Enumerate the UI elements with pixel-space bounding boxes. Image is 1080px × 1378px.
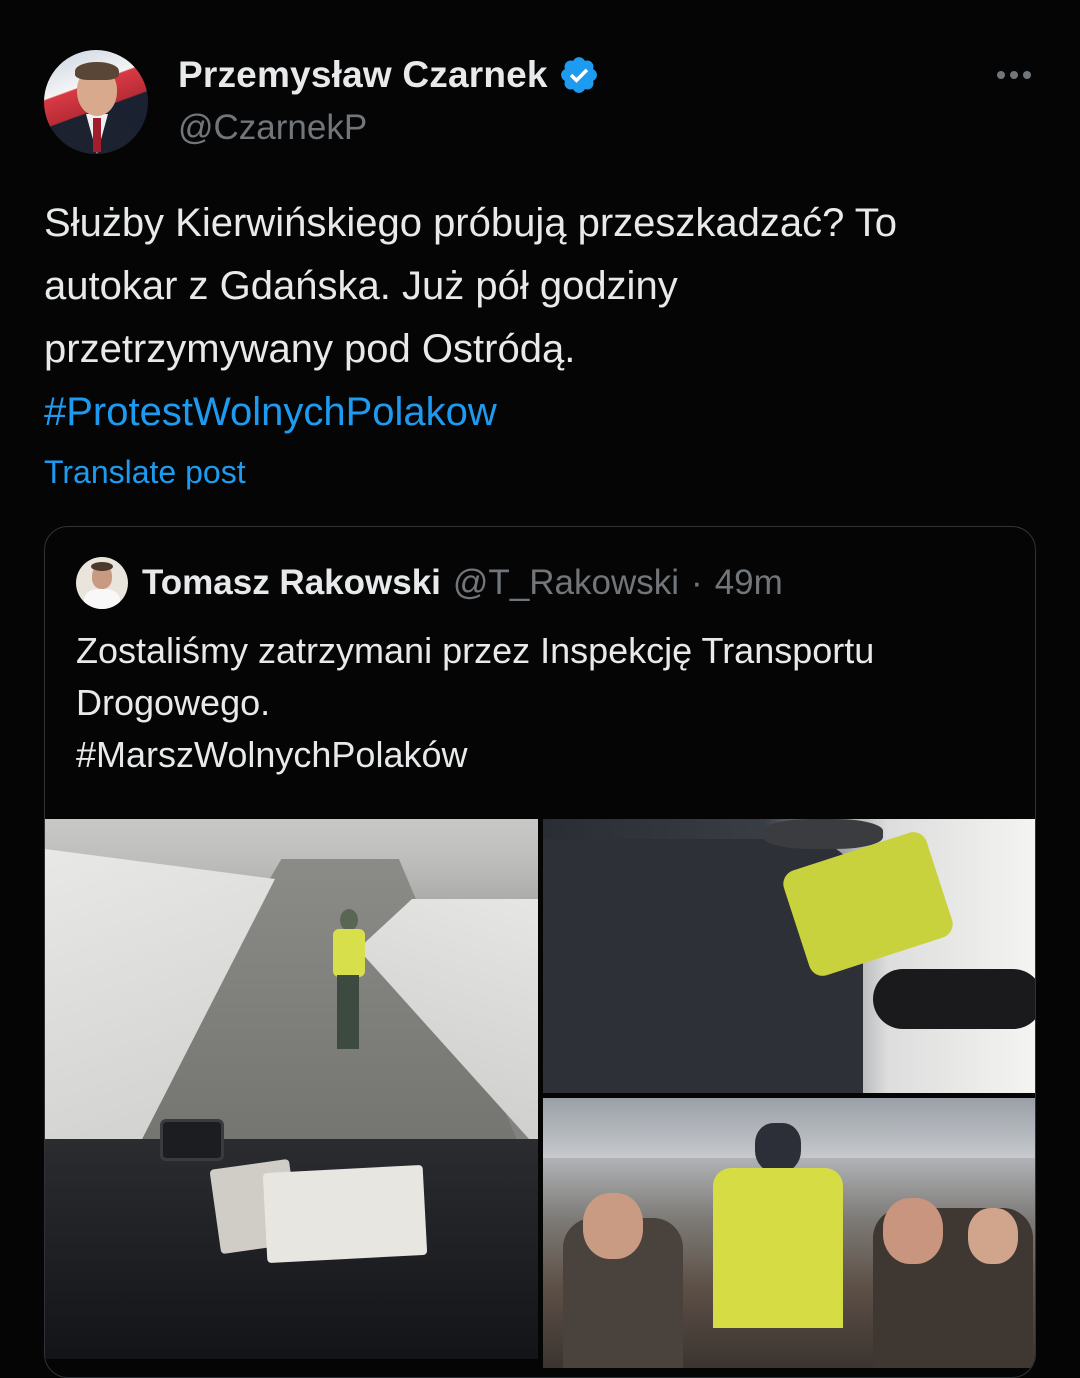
quoted-post-time[interactable]: 49m: [715, 563, 783, 603]
photo-driver-cabin[interactable]: [543, 819, 1035, 1093]
post-header: Przemysław Czarnek @CzarnekP: [44, 50, 1036, 160]
quoted-post-header: Tomasz Rakowski @T_Rakowski · 49m: [76, 557, 783, 609]
post-text-line: Służby Kierwińskiego próbują przeszkadza…: [44, 201, 898, 245]
post-text: Służby Kierwińskiego próbują przeszkadza…: [44, 192, 1034, 444]
author-avatar[interactable]: [44, 50, 148, 154]
quoted-author-name[interactable]: Tomasz Rakowski: [142, 563, 441, 603]
quoted-text-line: Drogowego.: [76, 682, 271, 723]
author-name-row: Przemysław Czarnek: [178, 54, 600, 96]
quoted-post[interactable]: Tomasz Rakowski @T_Rakowski · 49m Zostal…: [44, 526, 1036, 1378]
verified-badge-icon: [560, 57, 597, 93]
translate-post-link[interactable]: Translate post: [44, 454, 246, 491]
photo-road-inspector[interactable]: [45, 819, 538, 1359]
quoted-post-text: Zostaliśmy zatrzymani przez Inspekcję Tr…: [76, 625, 1016, 781]
author-handle[interactable]: @CzarnekP: [178, 108, 367, 148]
post-hashtag-link[interactable]: #ProtestWolnychPolakow: [44, 381, 1034, 444]
photo-bus-passengers[interactable]: [543, 1098, 1035, 1368]
quoted-author-avatar[interactable]: [76, 557, 128, 609]
separator-dot: ·: [691, 563, 703, 602]
quoted-author-handle[interactable]: @T_Rakowski: [453, 563, 679, 603]
more-options-icon[interactable]: [992, 60, 1036, 90]
quoted-hashtag[interactable]: #MarszWolnychPolaków: [76, 729, 1016, 781]
post-text-line: autokar z Gdańska. Już pół godziny: [44, 264, 678, 308]
author-name[interactable]: Przemysław Czarnek: [178, 54, 548, 96]
post-text-line: przetrzymywany pod Ostródą.: [44, 327, 576, 371]
quoted-text-line: Zostaliśmy zatrzymani przez Inspekcję Tr…: [76, 630, 875, 671]
